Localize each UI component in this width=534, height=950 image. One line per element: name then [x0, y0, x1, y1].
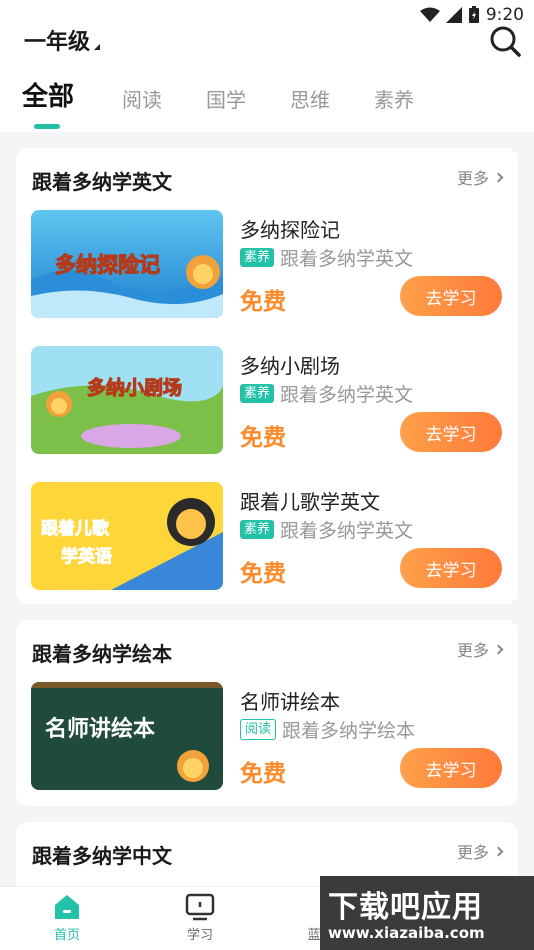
course-item[interactable]: 多纳探险记 多纳探险记 素养 跟着多纳学英文 免费 去学习 [16, 206, 518, 342]
tab-reading[interactable]: 阅读 [122, 84, 162, 113]
nav-label: 蓝 [307, 928, 321, 943]
start-learning-button[interactable]: 去学习 [400, 548, 502, 588]
course-item[interactable]: 名师讲绘本 名师讲绘本 阅读 跟着多纳学绘本 免费 去学习 [16, 678, 518, 814]
start-learning-button[interactable]: 去学习 [400, 276, 502, 316]
course-thumbnail[interactable]: 名师讲绘本 [31, 682, 223, 790]
tab-guoxue[interactable]: 国学 [206, 84, 246, 113]
more-link[interactable]: 更多 [456, 839, 504, 863]
price-label: 免费 [240, 425, 286, 451]
course-title: 多纳小剧场 [240, 354, 340, 378]
series-name: 跟着多纳学绘本 [282, 720, 416, 742]
course-thumbnail[interactable]: 多纳小剧场 [31, 346, 223, 454]
course-item[interactable]: 多纳小剧场 多纳小剧场 素养 跟着多纳学英文 免费 去学习 [16, 342, 518, 478]
series-name: 跟着多纳学英文 [280, 520, 414, 542]
more-link[interactable]: 更多 [456, 165, 504, 189]
banner-text: 多纳探险记 [55, 253, 160, 277]
category-tag: 阅读 [240, 719, 277, 740]
section-title: 跟着多纳学英文 [32, 170, 172, 194]
section-english: 跟着多纳学英文 更多 多纳探险记 多纳探险记 素养 跟着多纳学英文 免费 去学习 [16, 148, 518, 604]
tab-thinking[interactable]: 思维 [290, 84, 330, 113]
banner-text: 名师讲绘本 [45, 716, 155, 742]
status-time: 9:20 [485, 5, 524, 25]
nav-label: 首页 [53, 928, 80, 943]
svg-text:学英语: 学英语 [61, 546, 112, 567]
app-screen: 9:20 一年级 全部 阅读 国学 思维 素养 跟着多纳学英文 更多 多纳探险记… [0, 0, 534, 950]
chevron-right-icon [493, 846, 504, 856]
banner-text: 多纳小剧场 [87, 376, 182, 399]
more-label: 更多 [456, 641, 489, 660]
section-picture-books: 跟着多纳学绘本 更多 名师讲绘本 名师讲绘本 阅读 跟着多纳学绘本 免费 去学习 [16, 620, 518, 806]
chevron-right-icon [493, 172, 504, 182]
tab-all[interactable]: 全部 [22, 76, 74, 129]
series-name: 跟着多纳学英文 [280, 248, 414, 270]
grade-label: 一年级 [24, 30, 91, 55]
wifi-icon [419, 7, 440, 22]
home-icon [55, 895, 79, 919]
start-learning-button[interactable]: 去学习 [400, 748, 502, 788]
course-title: 名师讲绘本 [240, 690, 340, 714]
section-title: 跟着多纳学绘本 [32, 642, 172, 666]
course-thumbnail[interactable]: 多纳探险记 [31, 210, 223, 318]
category-tag: 素养 [240, 248, 275, 267]
series-name: 跟着多纳学英文 [280, 384, 414, 406]
price-label: 免费 [240, 561, 286, 587]
grade-selector[interactable]: 一年级 [24, 24, 101, 56]
watermark-title: 下载吧应用 [328, 890, 483, 925]
search-icon[interactable] [488, 24, 522, 58]
caret-down-icon [94, 44, 101, 50]
course-title: 跟着儿歌学英文 [240, 490, 380, 514]
start-learning-button[interactable]: 去学习 [400, 412, 502, 452]
nav-home[interactable]: 首页 [27, 893, 107, 943]
course-item[interactable]: 跟着儿歌 学英语 跟着儿歌学英文 素养 跟着多纳学英文 免费 去学习 [16, 478, 518, 614]
watermark-overlay: 下载吧应用 www.xiazaiba.com [320, 876, 534, 950]
nav-study[interactable]: 学习 [160, 893, 240, 943]
nav-label: 学习 [186, 928, 213, 943]
top-header: 9:20 一年级 全部 阅读 国学 思维 素养 [0, 0, 534, 132]
cell-signal-icon [445, 7, 462, 23]
more-label: 更多 [456, 169, 489, 188]
chevron-right-icon [493, 644, 504, 654]
more-label: 更多 [456, 843, 489, 862]
watermark-url: www.xiazaiba.com [328, 924, 485, 942]
course-title: 多纳探险记 [240, 218, 340, 242]
tab-literacy[interactable]: 素养 [374, 84, 414, 113]
tv-icon [185, 893, 215, 921]
price-label: 免费 [240, 761, 286, 787]
svg-text:跟着儿歌: 跟着儿歌 [41, 518, 110, 539]
price-label: 免费 [240, 289, 286, 315]
category-tag: 素养 [240, 520, 275, 539]
more-link[interactable]: 更多 [456, 637, 504, 661]
battery-icon [468, 6, 479, 23]
category-tabs: 全部 阅读 国学 思维 素养 [22, 76, 458, 129]
category-tag: 素养 [240, 384, 275, 403]
course-thumbnail[interactable]: 跟着儿歌 学英语 [31, 482, 223, 590]
section-title: 跟着多纳学中文 [32, 844, 172, 868]
